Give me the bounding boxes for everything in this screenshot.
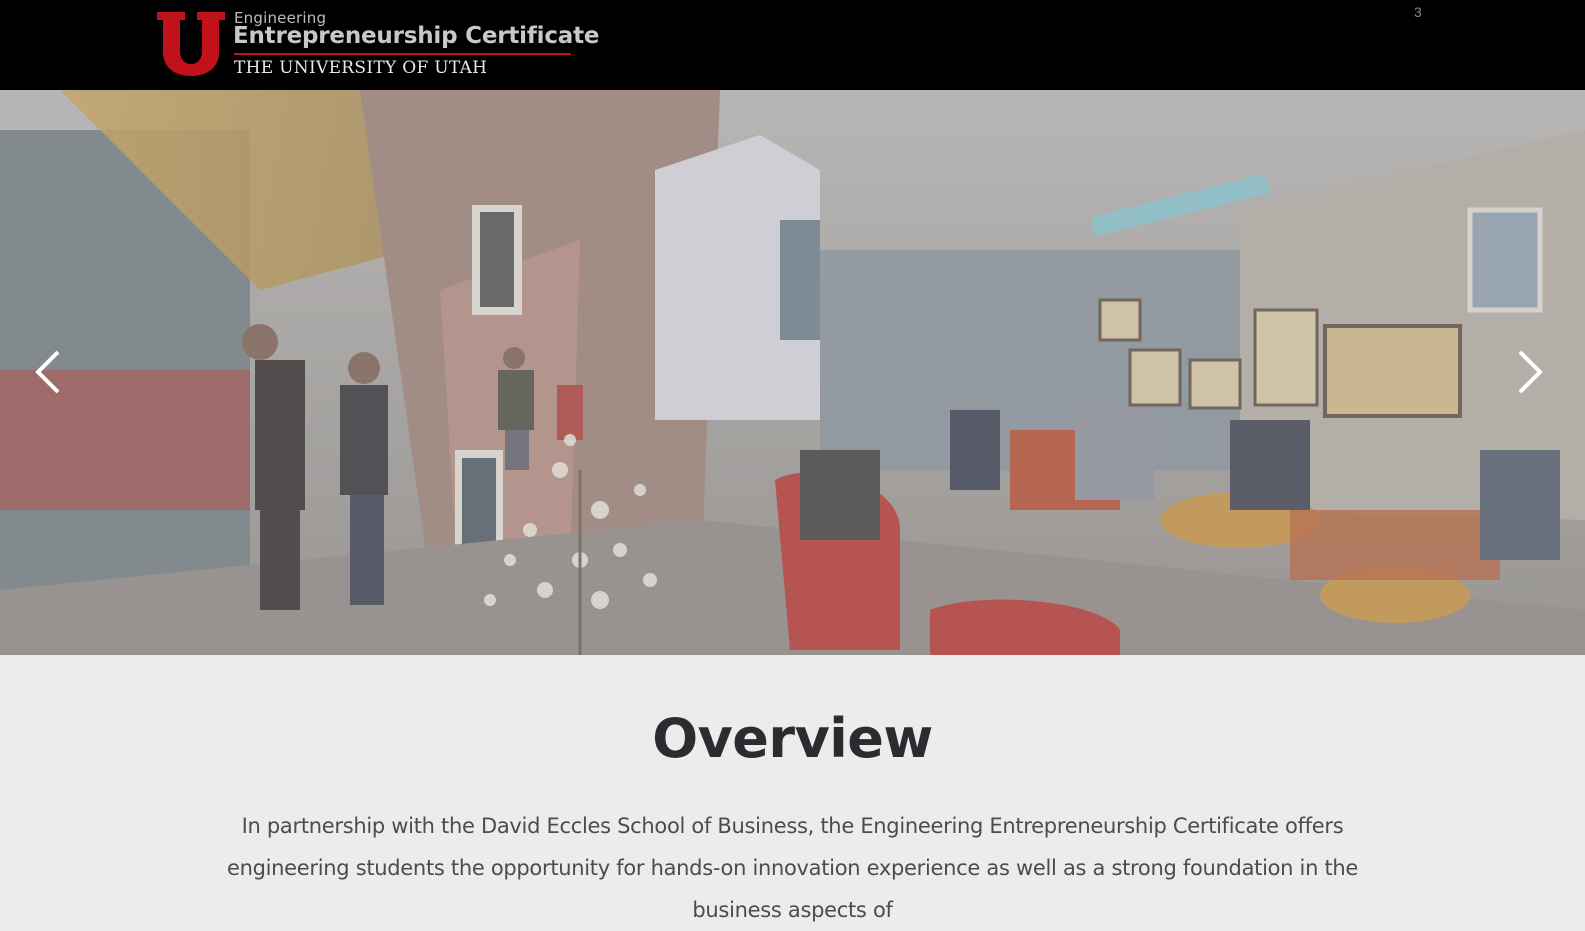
hero-carousel	[0, 90, 1585, 655]
carousel-next-button[interactable]	[1512, 348, 1552, 398]
logo-university-text: THE UNIVERSITY OF UTAH	[234, 58, 488, 78]
overview-text: In partnership with the David Eccles Sch…	[226, 814, 1359, 922]
logo-certificate-text: Entrepreneurship Certificate	[233, 23, 600, 49]
overview-section: Overview In partnership with the David E…	[0, 655, 1585, 922]
chevron-right-icon	[1518, 350, 1543, 394]
slide-counter: 3	[1414, 4, 1422, 20]
hero-overlay	[0, 90, 1585, 655]
site-header: Engineering Entrepreneurship Certificate…	[0, 0, 1585, 90]
site-logo[interactable]: Engineering Entrepreneurship Certificate…	[155, 8, 599, 78]
university-u-logo-icon	[157, 12, 225, 76]
logo-divider	[234, 53, 571, 55]
carousel-prev-button[interactable]	[30, 348, 70, 398]
chevron-left-icon	[35, 350, 60, 394]
overview-title: Overview	[652, 707, 933, 770]
